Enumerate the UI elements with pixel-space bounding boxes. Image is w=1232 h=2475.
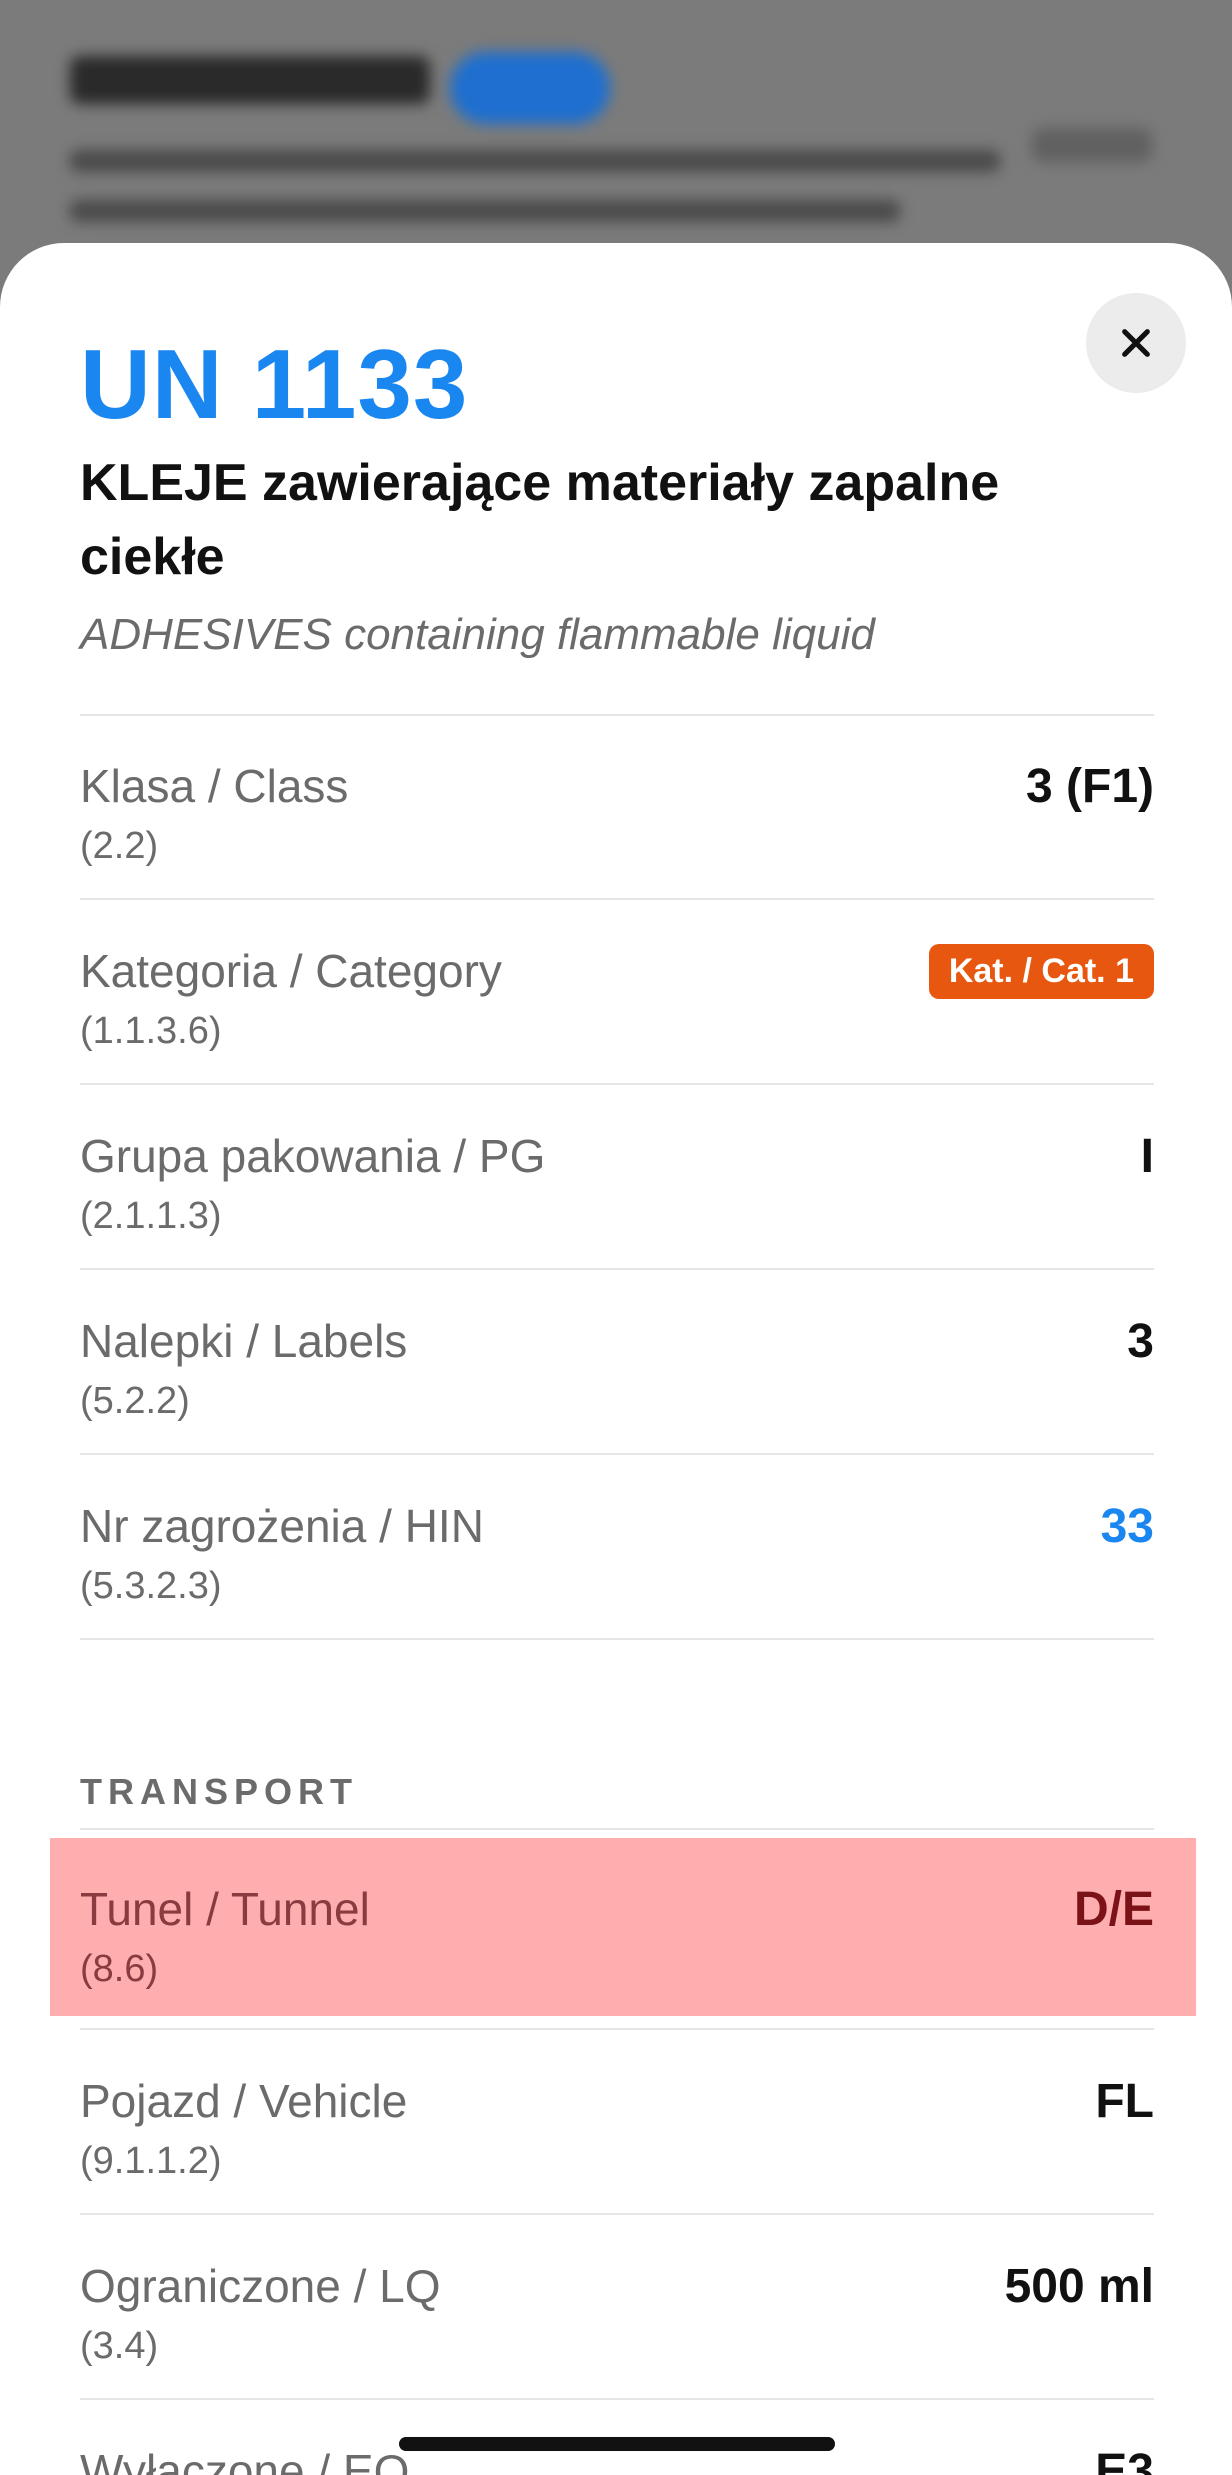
property-label: Ograniczone / LQ	[80, 2260, 441, 2312]
property-reference: (8.6)	[80, 1948, 159, 1990]
detail-sheet: UN 1133 KLEJE zawierające materiały zapa…	[0, 243, 1232, 2475]
property-label: Wyłączone / EQ	[80, 2445, 410, 2475]
close-button[interactable]	[1086, 293, 1186, 393]
property-row-hin[interactable]: Nr zagrożenia / HIN (5.3.2.3) 33	[0, 1455, 1232, 1640]
section-heading-transport: TRANSPORT	[80, 1771, 358, 1812]
background-line	[70, 150, 1000, 172]
property-row-labels: Nalepki / Labels (5.2.2) 3	[0, 1270, 1232, 1455]
property-value: D/E	[1073, 1883, 1154, 1936]
property-label: Kategoria / Category	[80, 945, 502, 997]
property-reference: (5.3.2.3)	[80, 1565, 222, 1607]
material-name-pl: KLEJE zawierające materiały zapalne ciek…	[80, 454, 1000, 586]
row-divider	[80, 1638, 1154, 1640]
property-label: Grupa pakowania / PG	[80, 1130, 546, 1182]
transport-row-vehicle: Pojazd / Vehicle (9.1.1.2) FL	[0, 2030, 1232, 2215]
property-reference: (1.1.3.6)	[80, 1010, 222, 1052]
property-value: 500 ml	[1004, 2260, 1154, 2313]
category-badge: Kat. / Cat. 1	[928, 944, 1154, 999]
property-value: FL	[1095, 2075, 1154, 2128]
un-number: UN 1133	[80, 329, 469, 439]
transport-row-limited-quantity: Ograniczone / LQ (3.4) 500 ml	[0, 2215, 1232, 2400]
home-indicator[interactable]	[399, 2437, 835, 2451]
property-row-class: Klasa / Class (2.2) 3 (F1)	[0, 715, 1232, 900]
property-label: Pojazd / Vehicle	[80, 2075, 408, 2127]
background-pill	[450, 52, 610, 124]
hin-link[interactable]: 33	[1101, 1499, 1154, 1554]
property-value: E3	[1095, 2445, 1154, 2475]
property-value: 3	[1127, 1315, 1154, 1368]
property-label: Tunel / Tunnel	[80, 1883, 370, 1935]
material-name-en: ADHESIVES containing flammable liquid	[80, 610, 875, 659]
property-reference: (5.2.2)	[80, 1380, 190, 1422]
property-reference: (9.1.1.2)	[80, 2140, 222, 2182]
property-label: Nalepki / Labels	[80, 1315, 408, 1367]
property-list: Klasa / Class (2.2) 3 (F1) Kategoria / C…	[0, 715, 1232, 1640]
background-page	[0, 0, 1232, 260]
property-reference: (3.4)	[80, 2325, 159, 2367]
property-reference: (2.2)	[80, 825, 159, 867]
transport-row-tunnel: Tunel / Tunnel (8.6) D/E	[50, 1838, 1196, 2016]
property-label: Klasa / Class	[80, 760, 349, 812]
property-value: I	[1140, 1130, 1154, 1183]
background-chip	[1032, 128, 1152, 162]
property-label: Nr zagrożenia / HIN	[80, 1500, 484, 1552]
close-icon	[1122, 329, 1150, 357]
property-reference: (2.1.1.3)	[80, 1195, 222, 1237]
transport-list: Pojazd / Vehicle (9.1.1.2) FL Ograniczon…	[0, 2030, 1232, 2475]
property-value: 3 (F1)	[1025, 760, 1154, 813]
section-divider	[80, 1828, 1154, 1830]
property-row-category: Kategoria / Category (1.1.3.6) Kat. / Ca…	[0, 900, 1232, 1085]
property-row-packing-group: Grupa pakowania / PG (2.1.1.3) I	[0, 1085, 1232, 1270]
background-title	[70, 56, 430, 104]
background-line	[70, 200, 900, 222]
